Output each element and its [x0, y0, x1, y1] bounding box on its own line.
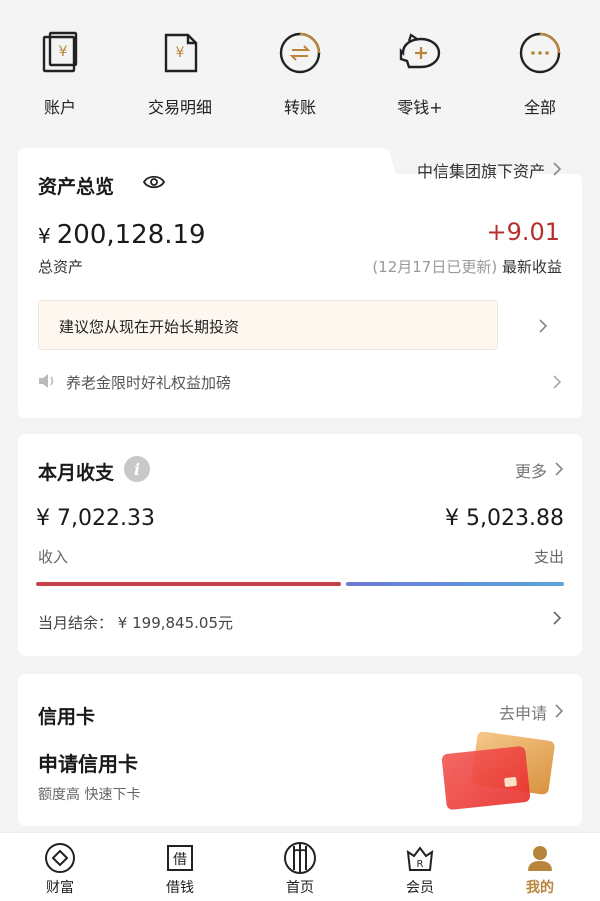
apply-link[interactable]: 去申请 [499, 700, 564, 724]
chevron-right-icon [555, 703, 564, 722]
monthly-income-expense-card: 本月收支 i 更多 ¥ 7,022.33 ¥ 5,023.88 收入 支出 当月… [18, 434, 582, 656]
quick-action-label: 零钱+ [397, 98, 443, 117]
latest-earnings-caption: (12月17日已更新) 最新收益 [372, 256, 562, 277]
chevron-right-icon[interactable] [539, 318, 548, 337]
credit-card-subtitle: 额度高 快速下卡 [38, 787, 141, 803]
quick-action-label: 转账 [283, 98, 316, 117]
citic-group-assets-link[interactable]: 中信集团旗下资产 [417, 158, 562, 182]
chevron-right-icon[interactable] [553, 610, 562, 629]
piggy-bank-icon [395, 28, 445, 78]
investment-suggestion-banner[interactable]: 建议您从现在开始长期投资 [38, 300, 498, 350]
quick-action-label: 交易明细 [147, 98, 212, 117]
borrow-icon: 借 [163, 841, 197, 875]
info-icon[interactable]: i [124, 456, 150, 482]
assets-overview-card: 资产总览 中信集团旗下资产 ¥200,128.19 总资产 +9.01 (12月… [18, 148, 582, 418]
tab-label: 财富 [46, 880, 74, 896]
balance-value: ¥ 199,845.05元 [117, 614, 233, 632]
tab-wealth[interactable]: 财富 [0, 833, 120, 901]
expense-bar [346, 582, 564, 586]
tab-label: 会员 [406, 880, 434, 896]
currency-symbol: ¥ [38, 224, 51, 248]
tab-home[interactable]: 首页 [240, 833, 360, 901]
account-card-icon: ¥ [35, 28, 85, 78]
citic-group-assets-label: 中信集团旗下资产 [416, 162, 545, 181]
home-gate-icon [283, 841, 317, 875]
quick-actions: ¥ 账户 ¥ 交易明细 转账 零钱+ 全部 [0, 28, 600, 128]
income-bar [36, 582, 341, 586]
quick-action-change-plus[interactable]: 零钱+ [360, 28, 480, 128]
chevron-right-icon [555, 461, 564, 480]
tab-member[interactable]: R 会员 [360, 833, 480, 901]
tab-label: 借钱 [166, 880, 194, 896]
more-label: 更多 [514, 462, 547, 481]
profile-user-icon [523, 841, 557, 875]
svg-text:¥: ¥ [176, 45, 185, 61]
pension-notice[interactable]: 养老金限时好礼权益加磅 [38, 372, 231, 393]
eye-icon[interactable] [142, 174, 166, 194]
tab-label: 首页 [286, 880, 314, 896]
quick-action-transfer[interactable]: 转账 [240, 28, 360, 128]
credit-card-title: 信用卡 [38, 706, 96, 728]
credit-card-headline[interactable]: 申请信用卡 [38, 748, 138, 777]
speaker-icon [38, 373, 56, 393]
quick-action-label: 账户 [43, 98, 76, 117]
balance-label: 当月结余： [38, 614, 114, 632]
income-value: ¥ 7,022.33 [36, 506, 155, 531]
quick-action-account[interactable]: ¥ 账户 [0, 28, 120, 128]
total-assets-label: 总资产 [38, 258, 84, 276]
latest-earnings-label: 最新收益 [501, 258, 562, 276]
total-assets-value: ¥200,128.19 [38, 220, 206, 250]
quick-action-label: 全部 [523, 98, 556, 117]
monthly-title: 本月收支 [38, 462, 115, 484]
member-crown-icon: R [403, 841, 437, 875]
quick-action-transactions[interactable]: ¥ 交易明细 [120, 28, 240, 128]
investment-suggestion-text: 建议您从现在开始长期投资 [59, 318, 240, 336]
assets-title: 资产总览 [38, 176, 115, 198]
quick-action-all[interactable]: 全部 [480, 28, 600, 128]
expense-value: ¥ 5,023.88 [445, 506, 564, 531]
wealth-diamond-icon [43, 841, 77, 875]
credit-card-card: 信用卡 去申请 申请信用卡 额度高 快速下卡 [18, 674, 582, 826]
more-dots-icon [515, 28, 565, 78]
credit-cards-illustration [436, 731, 556, 818]
update-date-note: (12月17日已更新) [372, 258, 498, 276]
more-link[interactable]: 更多 [515, 458, 564, 482]
tab-label: 我的 [526, 880, 554, 896]
bottom-tab-bar: 财富 借 借钱 首页 R 会员 我的 [0, 832, 600, 901]
total-assets-amount: 200,128.19 [56, 220, 206, 250]
tab-borrow[interactable]: 借 借钱 [120, 833, 240, 901]
tab-profile[interactable]: 我的 [480, 833, 600, 901]
pension-notice-text: 养老金限时好礼权益加磅 [66, 374, 232, 392]
chevron-right-icon[interactable] [553, 374, 562, 393]
latest-earnings-value: +9.01 [486, 218, 560, 246]
svg-text:借: 借 [173, 852, 187, 868]
expense-label: 支出 [533, 548, 564, 566]
svg-text:¥: ¥ [59, 44, 68, 60]
svg-text:R: R [417, 859, 424, 870]
chevron-right-icon [553, 161, 562, 180]
monthly-balance: 当月结余： ¥ 199,845.05元 [38, 612, 233, 633]
apply-label: 去申请 [498, 704, 547, 723]
income-label: 收入 [38, 548, 69, 566]
transaction-detail-icon: ¥ [155, 28, 205, 78]
transfer-icon [275, 28, 325, 78]
